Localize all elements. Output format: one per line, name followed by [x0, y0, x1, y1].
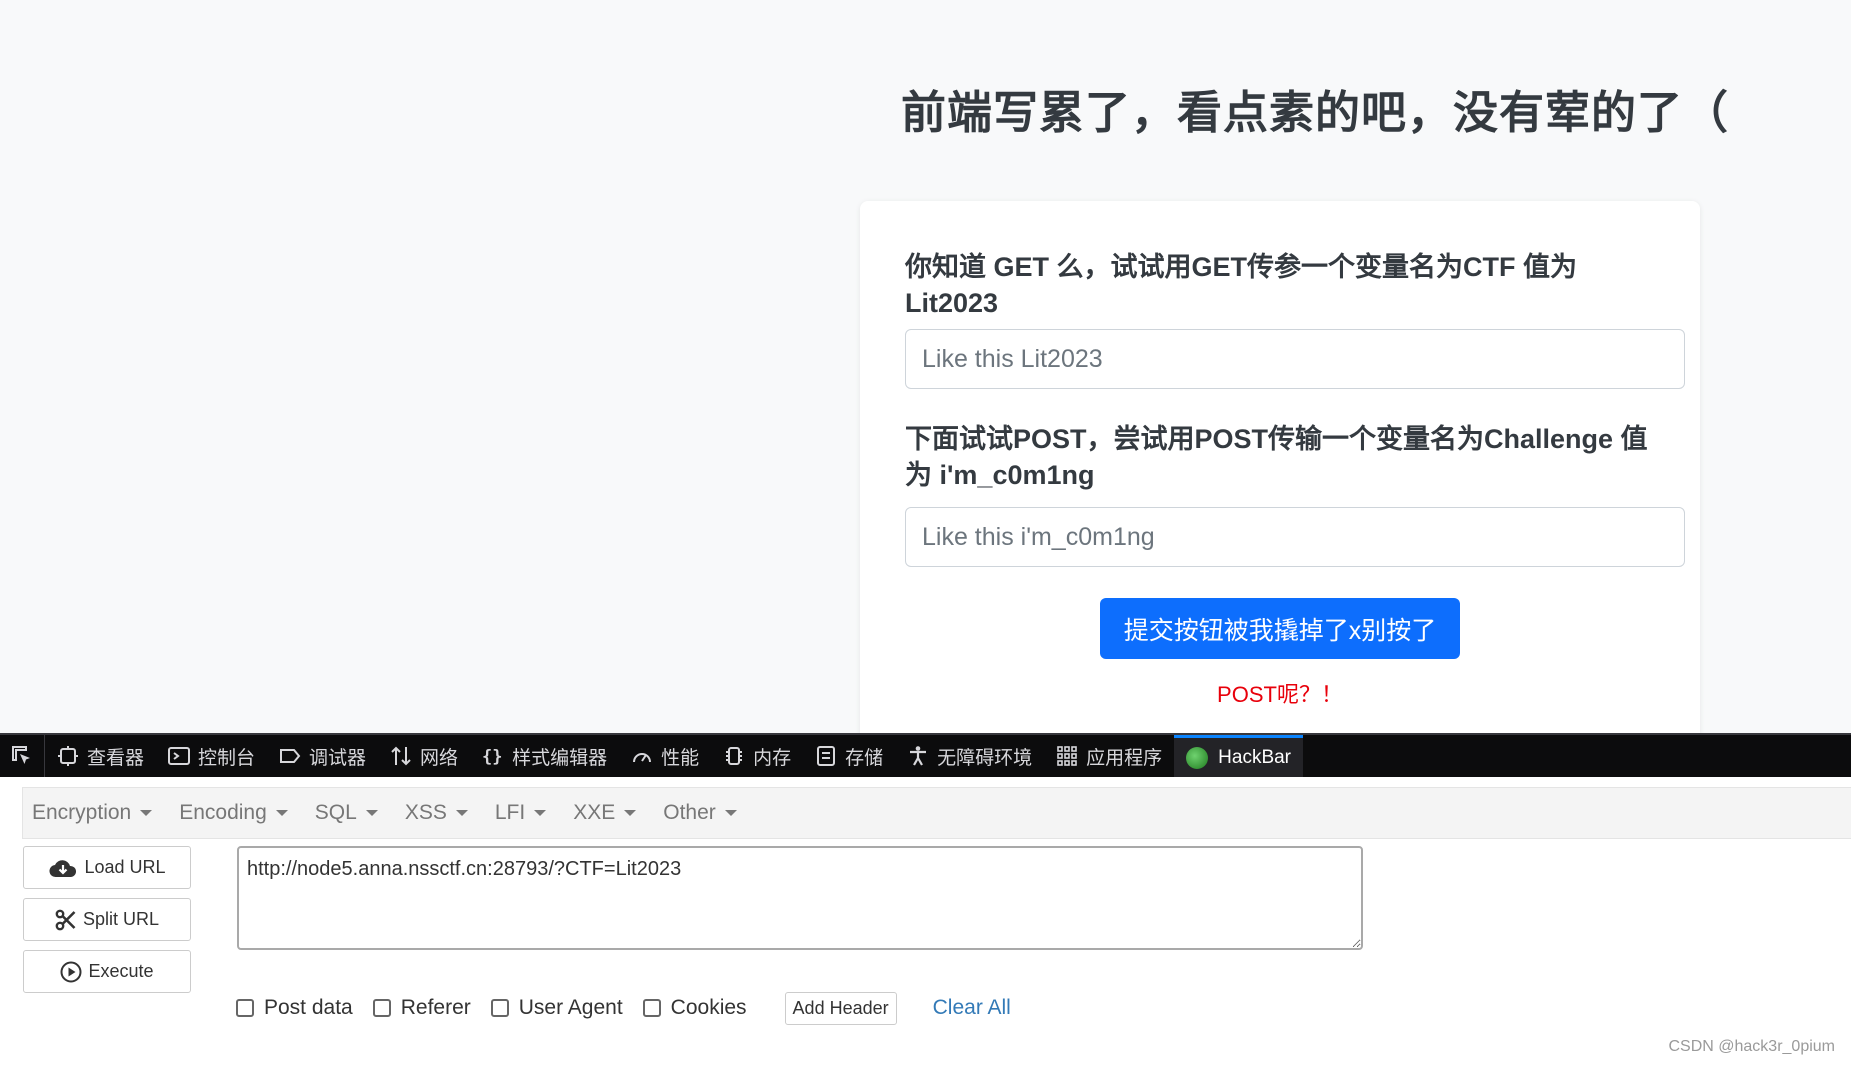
tab-network[interactable]: 网络 — [378, 735, 470, 777]
cookies-checkbox[interactable]: Cookies — [642, 996, 747, 1020]
tab-label: 无障碍环境 — [937, 747, 1033, 769]
svg-text:{}: {} — [482, 747, 502, 767]
tab-style-editor[interactable]: {} 样式编辑器 — [470, 735, 619, 777]
page-headline: 前端写累了，看点素的吧，没有荤的了（ — [901, 87, 1730, 138]
accessibility-icon — [907, 745, 929, 767]
hackbar-logo-icon — [1186, 746, 1209, 769]
element-picker-icon[interactable] — [0, 735, 45, 777]
tab-hackbar[interactable]: HackBar — [1174, 735, 1304, 777]
menu-xss[interactable]: XSS — [396, 801, 486, 825]
get-value-input[interactable] — [905, 329, 1685, 389]
tab-label: 网络 — [420, 747, 459, 769]
checkbox-box[interactable] — [236, 999, 254, 1017]
tab-label: 控制台 — [198, 747, 256, 769]
application-icon — [1056, 745, 1078, 767]
caret-down-icon — [455, 810, 468, 816]
get-question-label: 你知道 GET 么，试试用GET传参一个变量名为CTF 值为 Lit2023 — [905, 252, 1577, 318]
menu-encryption[interactable]: Encryption — [23, 801, 170, 825]
hackbar-options-row: Post data Referer User Agent Cookies Add… — [236, 991, 1011, 1025]
clear-all-link[interactable]: Clear All — [933, 996, 1011, 1020]
tab-debugger[interactable]: 调试器 — [267, 735, 378, 777]
checkbox-box[interactable] — [372, 999, 391, 1017]
add-header-button[interactable]: Add Header — [784, 991, 897, 1025]
tab-label: 调试器 — [309, 747, 367, 769]
storage-icon — [815, 745, 837, 767]
execute-button[interactable]: Execute — [23, 950, 191, 993]
load-url-button[interactable]: Load URL — [23, 846, 191, 889]
challenge-card: 你知道 GET 么，试试用GET传参一个变量名为CTF 值为 Lit2023 下… — [860, 201, 1700, 733]
style-editor-icon: {} — [482, 745, 504, 767]
menu-sql[interactable]: SQL — [306, 801, 396, 825]
caret-down-icon — [724, 810, 737, 816]
watermark-text: CSDN @hack3r_0pium — [1668, 1038, 1835, 1055]
post-value-input[interactable] — [905, 507, 1685, 567]
tab-performance[interactable]: 性能 — [619, 735, 711, 777]
menu-lfi[interactable]: LFI — [486, 801, 564, 825]
post-question-label: 下面试试POST，尝试用POST传输一个变量名为Challenge 值为 i'm… — [905, 424, 1648, 490]
post-data-checkbox[interactable]: Post data — [236, 996, 353, 1020]
split-url-button[interactable]: Split URL — [23, 898, 191, 941]
tab-application[interactable]: 应用程序 — [1044, 735, 1174, 777]
tab-label: 内存 — [753, 747, 792, 769]
tab-inspector[interactable]: 查看器 — [45, 735, 156, 777]
tab-label: 应用程序 — [1086, 747, 1163, 769]
menu-xxe[interactable]: XXE — [564, 801, 654, 825]
menu-encoding[interactable]: Encoding — [170, 801, 306, 825]
menu-other[interactable]: Other — [654, 801, 755, 825]
debugger-icon — [279, 745, 301, 767]
tab-label: 查看器 — [87, 747, 145, 769]
checkbox-box[interactable] — [642, 999, 661, 1017]
caret-down-icon — [624, 810, 637, 816]
url-textarea[interactable]: http://node5.anna.nssctf.cn:28793/?CTF=L… — [237, 846, 1363, 950]
hackbar-menu-bar: Encryption Encoding SQL XSS LFI XXE Othe… — [22, 787, 1851, 839]
caret-down-icon — [365, 810, 378, 816]
tab-label: 存储 — [845, 747, 884, 769]
web-page: 前端写累了，看点素的吧，没有荤的了（ 你知道 GET 么，试试用GET传参一个变… — [0, 0, 1851, 733]
checkbox-box[interactable] — [490, 999, 509, 1017]
performance-icon — [631, 745, 653, 767]
tab-label: HackBar — [1218, 746, 1292, 768]
user-agent-checkbox[interactable]: User Agent — [490, 996, 623, 1020]
submit-button[interactable]: 提交按钮被我撬掉了x别按了 — [1100, 598, 1460, 659]
tab-accessibility[interactable]: 无障碍环境 — [895, 735, 1044, 777]
tab-label: 样式编辑器 — [512, 747, 608, 769]
devtools-toolbar: 查看器 控制台 调试器 网络 {} 样式编辑器 性能 内存 存储 无障碍环境 应… — [0, 733, 1851, 777]
post-hint-text: POST呢？！ — [1217, 682, 1343, 707]
caret-down-icon — [140, 810, 153, 816]
console-icon — [168, 745, 191, 767]
cloud-download-icon — [48, 857, 78, 879]
inspector-icon — [57, 745, 79, 767]
hackbar-panel: Encryption Encoding SQL XSS LFI XXE Othe… — [0, 777, 1851, 1066]
scissors-icon — [55, 909, 77, 931]
tab-memory[interactable]: 内存 — [711, 735, 803, 777]
caret-down-icon — [275, 810, 288, 816]
memory-icon — [723, 745, 745, 767]
tab-storage[interactable]: 存储 — [803, 735, 895, 777]
play-circle-icon — [60, 961, 82, 983]
tab-console[interactable]: 控制台 — [156, 735, 267, 777]
network-icon — [390, 745, 412, 767]
tab-label: 性能 — [661, 747, 700, 769]
caret-down-icon — [534, 810, 547, 816]
referer-checkbox[interactable]: Referer — [372, 996, 471, 1020]
